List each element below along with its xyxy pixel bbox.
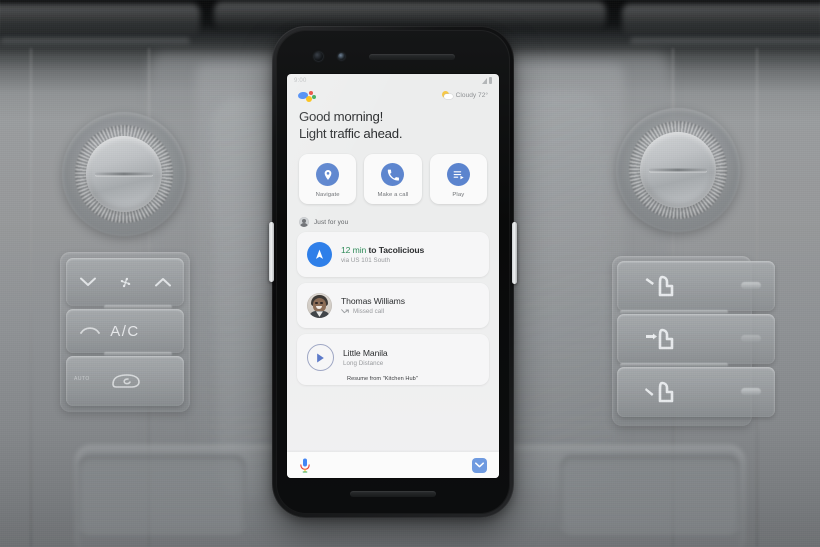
front-camera-icon — [314, 52, 323, 61]
phone-device: 9:00 Cloudy 72° Good morning! Light traf… — [269, 26, 517, 518]
phone-top-bezel — [276, 30, 510, 74]
battery-icon — [488, 77, 492, 84]
map-pin-icon — [316, 163, 340, 187]
playlist-play-icon — [446, 163, 470, 187]
navigation-destination: to Tacolicious — [368, 245, 425, 256]
media-artist: Long Distance — [343, 360, 384, 368]
phone-screen: 9:00 Cloudy 72° Good morning! Light traf… — [287, 74, 499, 478]
status-time: 9:00 — [294, 77, 307, 84]
missed-call-arrow-icon — [341, 309, 349, 315]
volume-button[interactable] — [269, 222, 274, 282]
person-avatar-icon — [299, 217, 309, 228]
play-circle-icon[interactable] — [307, 344, 334, 372]
assistant-bottom-bar — [287, 452, 499, 478]
avatar-face — [313, 297, 326, 312]
contact-photo-avatar — [307, 293, 332, 319]
screenshot-stage: A/C AUTO 9:00 Cloudy 72° Good morning! L… — [0, 0, 820, 547]
microphone-icon[interactable] — [299, 458, 311, 473]
just-for-you-header: Just for you — [287, 204, 499, 228]
weather-widget[interactable]: Cloudy 72° — [441, 91, 488, 100]
action-card-make-a-call[interactable]: Make a call — [364, 154, 422, 205]
phone-icon — [381, 163, 405, 187]
status-icons — [481, 77, 492, 84]
action-label-make-a-call: Make a call — [377, 192, 409, 199]
sun-cloud-icon — [441, 91, 453, 100]
action-label-navigate: Navigate — [315, 192, 340, 199]
status-bar: 9:00 — [287, 74, 499, 87]
navigation-card[interactable]: 12 min to Tacolicious via US 101 South — [297, 232, 489, 278]
action-card-navigate[interactable]: Navigate — [299, 154, 357, 205]
greeting-text: Good morning! Light traffic ahead. — [287, 102, 499, 142]
earpiece-speaker — [369, 54, 455, 60]
phone-bezel: 9:00 Cloudy 72° Good morning! Light traf… — [276, 30, 510, 514]
navigation-arrow-icon — [307, 242, 332, 268]
avatar-eye-right — [320, 302, 323, 304]
greeting-line-1: Good morning! — [299, 109, 383, 124]
avatar-eye-left — [315, 302, 318, 304]
suggestion-feed: 12 min to Tacolicious via US 101 South T… — [287, 227, 499, 386]
cloud-shape — [443, 94, 453, 99]
assistant-dot-green — [311, 94, 316, 99]
missed-call-label: Missed call — [353, 308, 385, 316]
media-title: Little Manila — [343, 348, 388, 359]
power-button[interactable] — [512, 222, 517, 284]
navigation-card-title: 12 min to Tacolicious — [341, 245, 424, 255]
assistant-header: Cloudy 72° — [287, 87, 499, 102]
navigation-route: via US 101 South — [341, 257, 390, 265]
action-label-play: Play — [452, 192, 465, 199]
signal-bars-icon — [481, 77, 487, 84]
action-card-play[interactable]: Play — [429, 154, 487, 205]
media-card-text: Little Manila Long Distance — [343, 348, 388, 367]
collapse-chevron-down-icon[interactable] — [472, 457, 487, 473]
front-camera-secondary-icon — [338, 53, 345, 60]
just-for-you-label: Just for you — [314, 218, 349, 226]
missed-call-card-text: Thomas Williams Missed call — [341, 296, 405, 315]
missed-call-status: Missed call — [341, 308, 405, 315]
missed-call-card[interactable]: Thomas Williams Missed call — [297, 283, 489, 329]
navigation-eta: 12 min — [341, 245, 367, 256]
navigation-card-text: 12 min to Tacolicious via US 101 South — [341, 245, 424, 264]
google-assistant-dots-icon[interactable] — [297, 89, 319, 102]
bottom-speaker-grille — [350, 491, 436, 497]
weather-text: Cloudy 72° — [455, 92, 488, 99]
media-card[interactable]: Little Manila Long Distance Resume from … — [297, 334, 489, 386]
media-resume-label: Resume from "Kitchen Hub" — [347, 376, 418, 383]
quick-actions-row: Navigate Make a call Play — [287, 142, 499, 205]
contact-name: Thomas Williams — [341, 296, 405, 307]
greeting-line-2: Light traffic ahead. — [299, 126, 403, 142]
